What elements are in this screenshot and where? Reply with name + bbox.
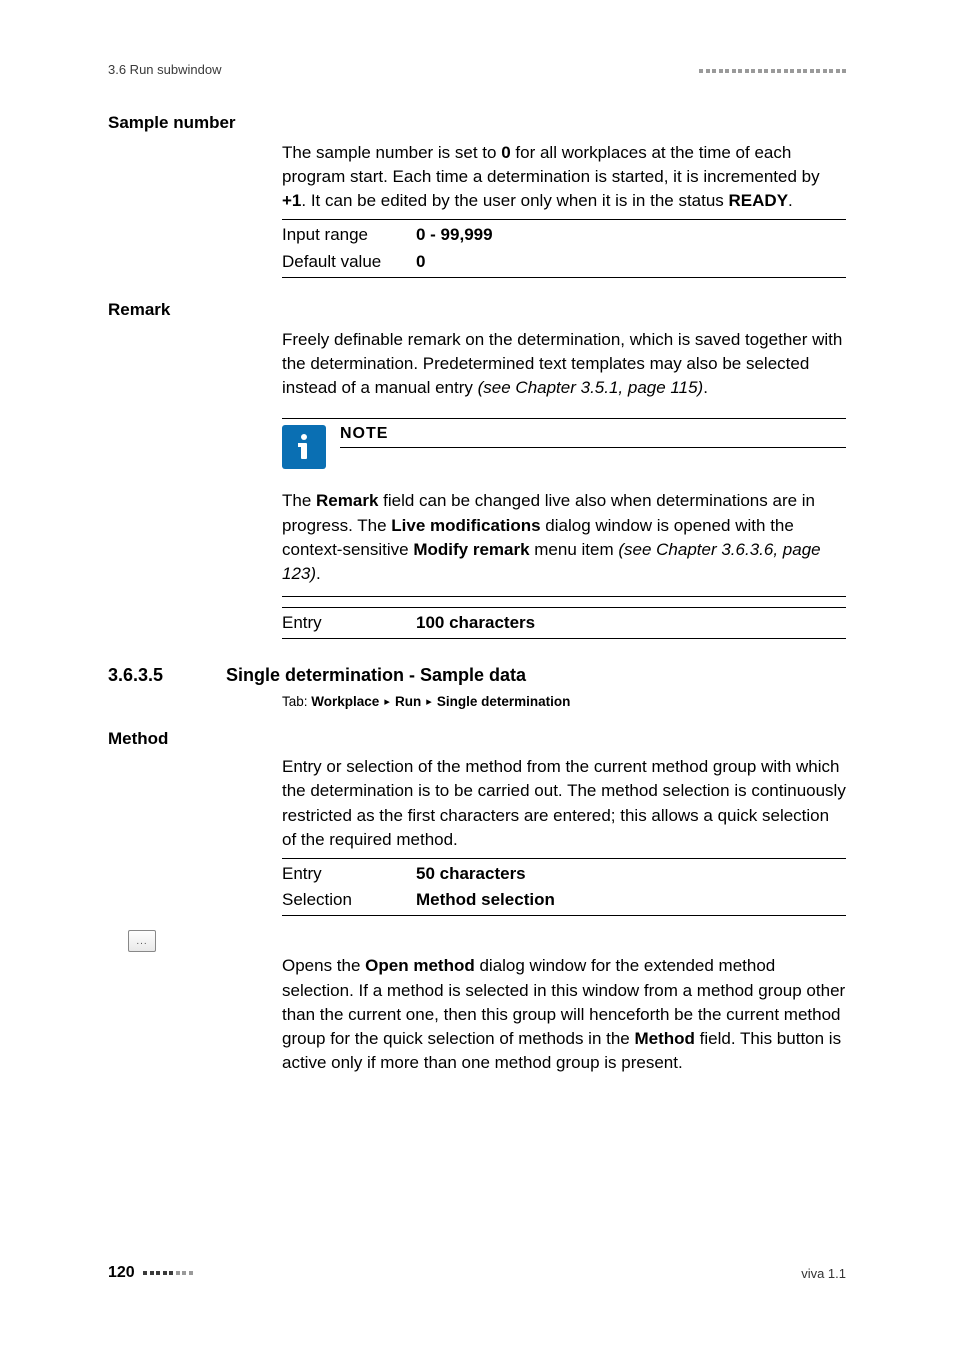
footer-page-number: 120 — [108, 1264, 193, 1282]
remark-paragraph: Freely definable remark on the determina… — [282, 328, 846, 400]
header-section-ref: 3.6 Run subwindow — [108, 62, 221, 77]
method-heading: Method — [108, 729, 846, 749]
method-selection-label: Selection — [282, 887, 416, 913]
method-entry-value: 50 characters — [416, 864, 526, 883]
header-marker — [697, 62, 847, 77]
sample-number-paragraph: The sample number is set to 0 for all wo… — [282, 141, 846, 213]
note-title: NOTE — [340, 425, 846, 443]
input-range-value: 0 - 99,999 — [416, 225, 493, 244]
remark-entry-table: Entry 100 characters — [282, 607, 846, 639]
open-method-paragraph: Opens the Open method dialog window for … — [282, 954, 846, 1075]
default-value-label: Default value — [282, 249, 416, 275]
page-footer: 120 viva 1.1 — [108, 1264, 846, 1282]
footer-marker — [141, 1264, 193, 1282]
table-row: Selection Method selection — [282, 887, 846, 913]
footer-doc-version: viva 1.1 — [801, 1266, 846, 1281]
table-row: Input range 0 - 99,999 — [282, 222, 846, 248]
entry-value: 100 characters — [416, 613, 535, 632]
method-entry-label: Entry — [282, 861, 416, 887]
note-body: The Remark field can be changed live als… — [282, 489, 846, 586]
page-header: 3.6 Run subwindow — [108, 62, 846, 77]
method-paragraph: Entry or selection of the method from th… — [282, 755, 846, 852]
section-heading: 3.6.3.5 Single determination - Sample da… — [108, 665, 846, 686]
table-row: Entry 50 characters — [282, 861, 846, 887]
input-range-label: Input range — [282, 222, 416, 248]
page: 3.6 Run subwindow Sample number The samp… — [0, 0, 954, 1350]
section-title: Single determination - Sample data — [226, 665, 526, 686]
ellipsis-button-icon[interactable]: ... — [128, 930, 156, 952]
entry-label: Entry — [282, 610, 416, 636]
remark-heading: Remark — [108, 300, 846, 320]
info-icon — [282, 425, 326, 469]
default-value-value: 0 — [416, 252, 425, 271]
method-selection-value: Method selection — [416, 890, 555, 909]
sample-number-heading: Sample number — [108, 113, 846, 133]
sample-number-table: Input range 0 - 99,999 Default value 0 — [282, 219, 846, 278]
table-row: Entry 100 characters — [282, 610, 846, 636]
section-number: 3.6.3.5 — [108, 665, 204, 686]
note-box: NOTE The Remark field can be changed liv… — [282, 418, 846, 597]
table-row: Default value 0 — [282, 249, 846, 275]
tab-breadcrumb: Tab: Workplace ▸ Run ▸ Single determinat… — [282, 694, 846, 709]
method-table: Entry 50 characters Selection Method sel… — [282, 858, 846, 917]
